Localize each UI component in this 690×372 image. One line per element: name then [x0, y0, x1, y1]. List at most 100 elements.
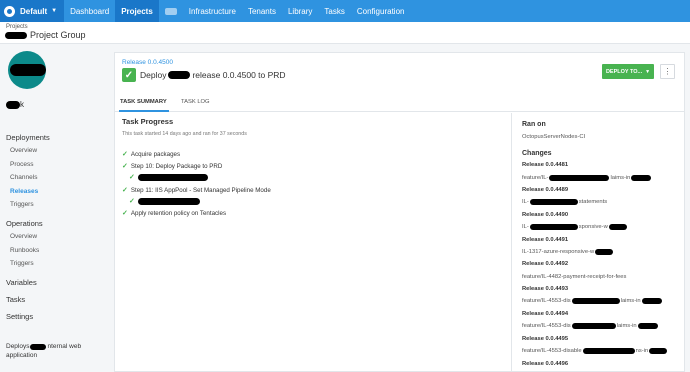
sidebar-item-variables[interactable]: Variables — [6, 274, 110, 291]
change-note: IL- sponsive-w — [522, 224, 627, 230]
change-release[interactable]: Release 0.0.4491 — [522, 237, 568, 243]
change-note-prefix: IL- — [522, 199, 529, 205]
step-label: Apply retention policy on Tentacles — [130, 209, 227, 217]
chevron-down-icon: ▼ — [51, 8, 58, 14]
tab-task-summary[interactable]: TASK SUMMARY — [120, 99, 167, 105]
sidebar-nav: Deployments Overview Process Channels Re… — [6, 132, 110, 325]
change-note-prefix: feature/IL-4553-disable — [522, 348, 582, 354]
project-logo — [8, 51, 46, 89]
change-note-prefix: feature/IL- — [522, 175, 549, 181]
change-note-prefix: feature/IL-4553-dis — [522, 323, 571, 329]
redacted-text — [6, 100, 20, 109]
sidebar-item-runbooks[interactable]: Runbooks — [6, 244, 110, 258]
project-name: k — [6, 100, 24, 109]
step-label: Acquire packages — [130, 150, 181, 158]
ran-on-heading: Ran on — [522, 121, 546, 128]
change-note-prefix: feature/IL-4553-dis — [522, 298, 571, 304]
sidebar-item-overview[interactable]: Overview — [6, 144, 110, 158]
overflow-menu-button[interactable]: ⋮ — [660, 64, 675, 79]
top-navigation-bar: Default ▼ Dashboard Projects Infrastruct… — [0, 0, 690, 22]
change-release[interactable]: Release 0.0.4495 — [522, 336, 568, 342]
tab-task-log[interactable]: TASK LOG — [181, 99, 210, 105]
sidebar-item-settings[interactable]: Settings — [6, 308, 110, 325]
check-icon: ✓ — [122, 163, 128, 170]
task-step[interactable]: ✓ Step 10: Deploy Package to PRD — [122, 162, 222, 171]
redacted-text — [549, 175, 610, 181]
sidebar-heading-operations[interactable]: Operations — [6, 218, 110, 230]
redacted-text — [529, 199, 578, 205]
nav-projects[interactable]: Projects — [115, 0, 159, 22]
redacted-text — [631, 175, 652, 181]
change-release[interactable]: Release 0.0.4489 — [522, 187, 568, 193]
deploy-to-label: DEPLOY TO... — [605, 68, 643, 75]
change-note: feature/IL-4553-dis laims-in — [522, 323, 658, 329]
change-note-suffix: sponsive-w — [578, 224, 608, 230]
redacted-text — [608, 224, 627, 230]
description-suffix: nternal web — [47, 343, 82, 350]
space-switcher[interactable]: Default ▼ — [0, 0, 65, 22]
nav-tenants[interactable]: Tenants — [242, 0, 282, 22]
success-check-icon: ✓ — [122, 68, 136, 82]
space-name: Default — [20, 6, 48, 16]
sidebar-item-process[interactable]: Process — [6, 158, 110, 172]
nav-configuration[interactable]: Configuration — [351, 0, 411, 22]
task-substep[interactable]: ✓ — [129, 197, 200, 205]
check-icon: ✓ — [122, 187, 128, 194]
sidebar-heading-deployments[interactable]: Deployments — [6, 132, 110, 144]
ran-on-value: OctopusServerNodes-CI — [522, 134, 586, 140]
redacted-text — [637, 323, 658, 329]
chevron-down-icon: ▼ — [645, 68, 651, 75]
octopus-logo-icon — [4, 5, 15, 17]
deploy-to-button[interactable]: DEPLOY TO... ▼ — [602, 64, 654, 79]
change-note-suffix: laims-in — [620, 298, 641, 304]
redacted-text — [529, 224, 578, 230]
check-icon: ✓ — [129, 174, 135, 181]
redacted-text — [30, 343, 47, 350]
check-icon: ✓ — [122, 151, 128, 158]
sidebar-item-operations-overview[interactable]: Overview — [6, 230, 110, 244]
redacted-text — [571, 323, 616, 329]
nav-dashboard[interactable]: Dashboard — [64, 0, 115, 22]
change-release[interactable]: Release 0.0.4496 — [522, 361, 568, 367]
check-icon: ✓ — [129, 198, 135, 205]
sidebar-item-tasks[interactable]: Tasks — [6, 291, 110, 308]
changes-heading: Changes — [522, 150, 552, 157]
task-step[interactable]: ✓ Step 11: IIS AppPool - Set Managed Pip… — [122, 186, 271, 195]
redacted-text — [582, 348, 635, 354]
change-release[interactable]: Release 0.0.4481 — [522, 162, 568, 168]
release-link[interactable]: Release 0.0.4500 — [122, 59, 173, 66]
change-note: feature/IL-4553-dis laims-in — [522, 298, 662, 304]
project-group-title[interactable]: Project Group — [5, 30, 86, 40]
nav-obscured-item[interactable] — [164, 7, 177, 15]
change-release[interactable]: Release 0.0.4492 — [522, 261, 568, 267]
change-note: feature/IL-4553-disable ns-in — [522, 348, 668, 354]
redacted-text — [649, 348, 668, 354]
change-release[interactable]: Release 0.0.4493 — [522, 286, 568, 292]
sidebar-item-releases[interactable]: Releases — [6, 185, 110, 199]
change-note: feature/IL-4482-payment-receipt-for-fees — [522, 274, 627, 280]
breadcrumb: Projects Project Group — [0, 22, 690, 44]
sidebar-item-triggers[interactable]: Triggers — [6, 198, 110, 212]
nav-library[interactable]: Library — [282, 0, 318, 22]
release-deployment-card: Release 0.0.4500 ✓ Deploy release 0.0.45… — [114, 52, 685, 372]
nav-infrastructure[interactable]: Infrastructure — [183, 0, 242, 22]
redacted-logo — [10, 64, 46, 76]
nav-tasks[interactable]: Tasks — [318, 0, 350, 22]
check-icon: ✓ — [122, 210, 128, 217]
column-divider — [511, 113, 512, 372]
project-sidebar: k Deployments Overview Process Channels … — [0, 44, 112, 372]
task-tabs: TASK SUMMARY TASK LOG — [115, 93, 684, 112]
sidebar-item-operations-triggers[interactable]: Triggers — [6, 257, 110, 271]
change-note: IL- statements — [522, 199, 607, 205]
task-step[interactable]: ✓ Acquire packages — [122, 150, 181, 159]
deployment-title-suffix: release 0.0.4500 to PRD — [192, 70, 286, 80]
change-release[interactable]: Release 0.0.4494 — [522, 311, 568, 317]
task-step[interactable]: ✓ Apply retention policy on Tentacles — [122, 209, 227, 218]
sidebar-item-channels[interactable]: Channels — [6, 171, 110, 185]
step-label: Step 11: IIS AppPool - Set Managed Pipel… — [130, 186, 271, 194]
redacted-text — [137, 197, 200, 205]
project-name-suffix: k — [20, 100, 24, 109]
description-line2: application — [6, 352, 38, 359]
task-substep[interactable]: ✓ — [129, 173, 208, 181]
change-release[interactable]: Release 0.0.4490 — [522, 212, 568, 218]
